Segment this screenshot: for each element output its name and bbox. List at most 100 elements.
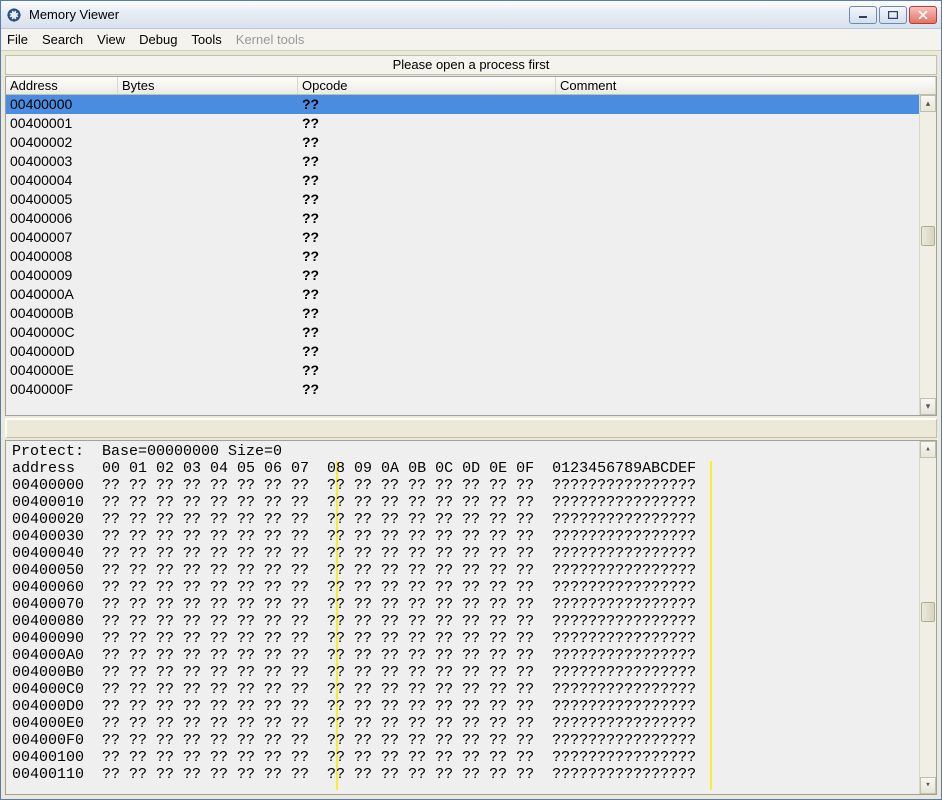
menu-kernel-tools: Kernel tools (236, 32, 305, 47)
close-button[interactable] (909, 6, 937, 24)
hex-row[interactable]: 00400030 ?? ?? ?? ?? ?? ?? ?? ?? ?? ?? ?… (12, 528, 930, 545)
disassembly-row[interactable]: 00400004?? (6, 171, 919, 190)
hex-row[interactable]: 004000C0 ?? ?? ?? ?? ?? ?? ?? ?? ?? ?? ?… (12, 681, 930, 698)
hex-row[interactable]: 004000A0 ?? ?? ?? ?? ?? ?? ?? ?? ?? ?? ?… (12, 647, 930, 664)
hex-row[interactable]: 00400020 ?? ?? ?? ?? ?? ?? ?? ?? ?? ?? ?… (12, 511, 930, 528)
cell-address: 0040000E (6, 361, 118, 380)
maximize-button[interactable] (879, 6, 907, 24)
cell-bytes (118, 152, 298, 171)
menu-file[interactable]: File (7, 32, 28, 47)
scroll-down-icon[interactable]: ▾ (920, 777, 936, 794)
hex-row[interactable]: 004000F0 ?? ?? ?? ?? ?? ?? ?? ?? ?? ?? ?… (12, 732, 930, 749)
window-title: Memory Viewer (29, 7, 849, 22)
menu-tools[interactable]: Tools (191, 32, 221, 47)
disassembly-row[interactable]: 0040000C?? (6, 323, 919, 342)
cell-address: 00400009 (6, 266, 118, 285)
cell-bytes (118, 380, 298, 399)
hex-row[interactable]: 00400000 ?? ?? ?? ?? ?? ?? ?? ?? ?? ?? ?… (12, 477, 930, 494)
disassembly-row[interactable]: 00400009?? (6, 266, 919, 285)
column-bytes[interactable]: Bytes (118, 77, 298, 94)
cell-opcode: ?? (298, 323, 556, 342)
cell-bytes (118, 285, 298, 304)
content-area: Please open a process first Address Byte… (1, 51, 941, 799)
scrollbar-track[interactable] (920, 458, 936, 777)
cell-bytes (118, 304, 298, 323)
cell-address: 00400001 (6, 114, 118, 133)
disassembly-rows[interactable]: 00400000??00400001??00400002??00400003??… (6, 95, 919, 415)
column-address[interactable]: Address (6, 77, 118, 94)
hex-row[interactable]: 00400010 ?? ?? ?? ?? ?? ?? ?? ?? ?? ?? ?… (12, 494, 930, 511)
disassembly-row[interactable]: 0040000B?? (6, 304, 919, 323)
cell-opcode: ?? (298, 342, 556, 361)
column-comment[interactable]: Comment (556, 77, 936, 94)
cell-address: 0040000B (6, 304, 118, 323)
disassembly-row[interactable]: 00400005?? (6, 190, 919, 209)
cell-bytes (118, 266, 298, 285)
scrollbar-track[interactable] (920, 112, 936, 398)
hex-row[interactable]: 00400040 ?? ?? ?? ?? ?? ?? ?? ?? ?? ?? ?… (12, 545, 930, 562)
disassembly-row[interactable]: 00400006?? (6, 209, 919, 228)
protect-line: Protect: Base=00000000 Size=0 (12, 443, 930, 460)
scroll-down-icon[interactable]: ▾ (920, 398, 936, 415)
hex-rows[interactable]: 00400000 ?? ?? ?? ?? ?? ?? ?? ?? ?? ?? ?… (12, 477, 930, 783)
scrollbar-thumb[interactable] (921, 602, 935, 622)
minimize-button[interactable] (849, 6, 877, 24)
splitter[interactable] (5, 418, 937, 438)
hex-row[interactable]: 00400050 ?? ?? ?? ?? ?? ?? ?? ?? ?? ?? ?… (12, 562, 930, 579)
cell-comment (556, 114, 919, 133)
cell-opcode: ?? (298, 266, 556, 285)
hex-row[interactable]: 004000E0 ?? ?? ?? ?? ?? ?? ?? ?? ?? ?? ?… (12, 715, 930, 732)
cell-comment (556, 152, 919, 171)
hex-row[interactable]: 00400090 ?? ?? ?? ?? ?? ?? ?? ?? ?? ?? ?… (12, 630, 930, 647)
cell-address: 00400000 (6, 95, 118, 114)
cell-bytes (118, 247, 298, 266)
disassembly-row[interactable]: 0040000A?? (6, 285, 919, 304)
hex-row[interactable]: 00400080 ?? ?? ?? ?? ?? ?? ?? ?? ?? ?? ?… (12, 613, 930, 630)
hex-row[interactable]: 004000D0 ?? ?? ?? ?? ?? ?? ?? ?? ?? ?? ?… (12, 698, 930, 715)
scroll-up-icon[interactable]: ▴ (920, 95, 936, 112)
cell-opcode: ?? (298, 304, 556, 323)
cell-address: 0040000D (6, 342, 118, 361)
disassembly-row[interactable]: 00400007?? (6, 228, 919, 247)
cell-opcode: ?? (298, 285, 556, 304)
cell-address: 00400008 (6, 247, 118, 266)
hex-panel[interactable]: Protect: Base=00000000 Size=0 address 00… (5, 440, 937, 795)
cell-comment (556, 171, 919, 190)
cell-comment (556, 342, 919, 361)
menu-view[interactable]: View (97, 32, 125, 47)
disassembly-scrollbar[interactable]: ▴ ▾ (919, 95, 936, 415)
disassembly-row[interactable]: 0040000D?? (6, 342, 919, 361)
scrollbar-thumb[interactable] (921, 226, 935, 246)
cell-bytes (118, 95, 298, 114)
cell-bytes (118, 133, 298, 152)
hex-row[interactable]: 00400110 ?? ?? ?? ?? ?? ?? ?? ?? ?? ?? ?… (12, 766, 930, 783)
disassembly-row[interactable]: 00400008?? (6, 247, 919, 266)
menu-search[interactable]: Search (42, 32, 83, 47)
hex-scrollbar[interactable]: ▴ ▾ (919, 441, 936, 794)
cell-comment (556, 304, 919, 323)
titlebar[interactable]: Memory Viewer (1, 1, 941, 29)
hex-row[interactable]: 00400100 ?? ?? ?? ?? ?? ?? ?? ?? ?? ?? ?… (12, 749, 930, 766)
column-opcode[interactable]: Opcode (298, 77, 556, 94)
hex-row[interactable]: 00400070 ?? ?? ?? ?? ?? ?? ?? ?? ?? ?? ?… (12, 596, 930, 613)
disassembly-row[interactable]: 00400001?? (6, 114, 919, 133)
disassembly-row[interactable]: 00400000?? (6, 95, 919, 114)
app-icon (5, 6, 23, 24)
menu-debug[interactable]: Debug (139, 32, 177, 47)
cell-address: 00400007 (6, 228, 118, 247)
disassembly-header[interactable]: Address Bytes Opcode Comment (6, 77, 936, 95)
cell-opcode: ?? (298, 209, 556, 228)
cell-opcode: ?? (298, 380, 556, 399)
cell-bytes (118, 323, 298, 342)
scroll-up-icon[interactable]: ▴ (920, 441, 936, 458)
cell-address: 00400002 (6, 133, 118, 152)
cell-comment (556, 133, 919, 152)
cell-comment (556, 380, 919, 399)
disassembly-row[interactable]: 0040000F?? (6, 380, 919, 399)
disassembly-row[interactable]: 00400002?? (6, 133, 919, 152)
cell-bytes (118, 171, 298, 190)
hex-row[interactable]: 00400060 ?? ?? ?? ?? ?? ?? ?? ?? ?? ?? ?… (12, 579, 930, 596)
disassembly-row[interactable]: 00400003?? (6, 152, 919, 171)
hex-row[interactable]: 004000B0 ?? ?? ?? ?? ?? ?? ?? ?? ?? ?? ?… (12, 664, 930, 681)
disassembly-row[interactable]: 0040000E?? (6, 361, 919, 380)
